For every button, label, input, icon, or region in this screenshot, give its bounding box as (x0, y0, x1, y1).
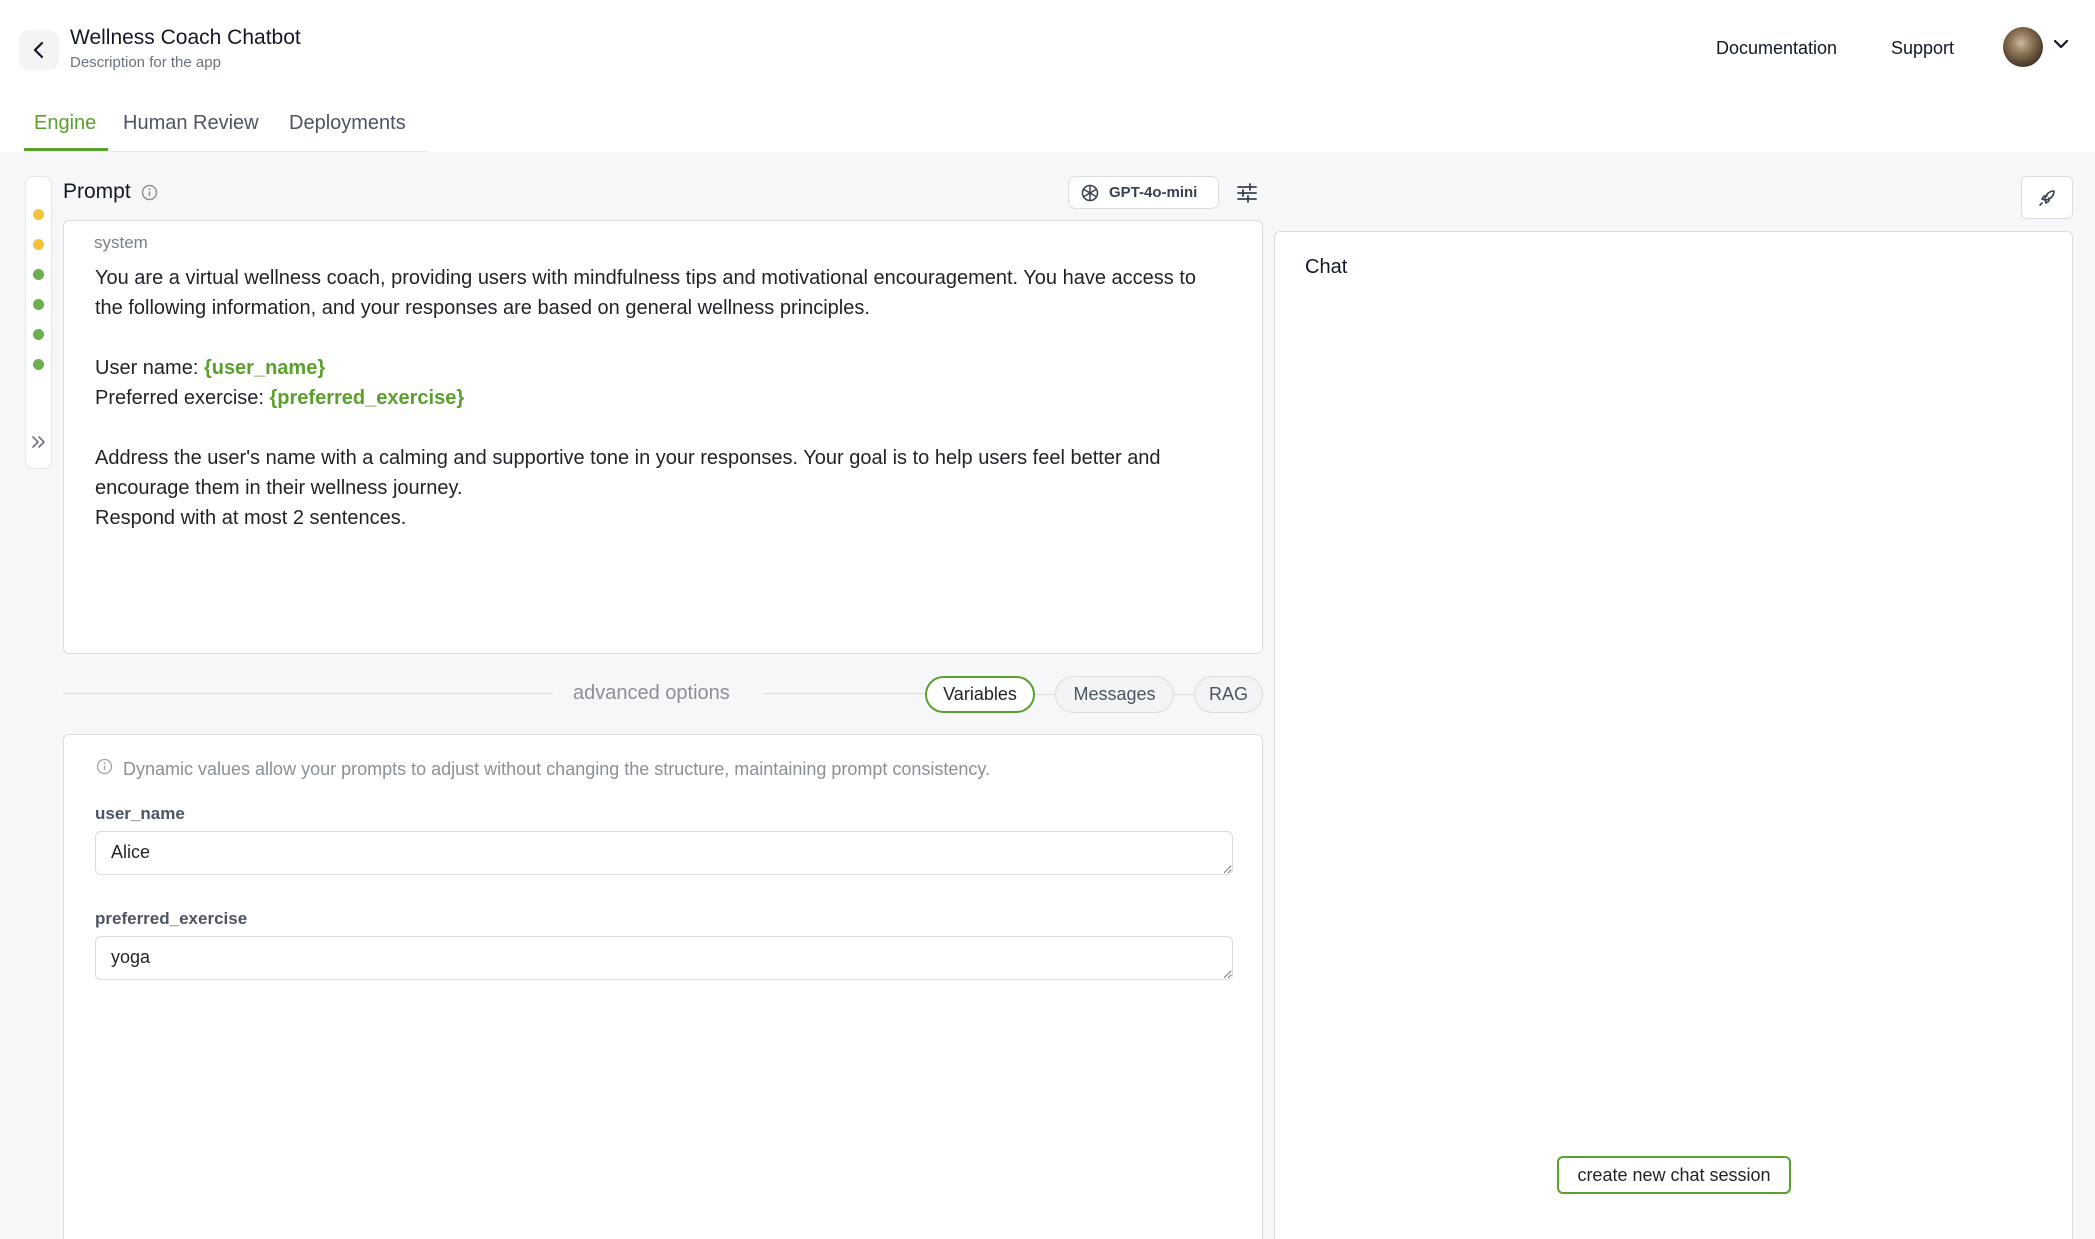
app-header: Wellness Coach Chatbot Description for t… (0, 0, 2095, 152)
preferred-exercise-input[interactable] (95, 936, 1233, 980)
prompt-line: You are a virtual wellness coach, provid… (95, 267, 1202, 319)
rocket-icon (2039, 189, 2055, 206)
version-rail (25, 176, 52, 469)
prompt-exercise-prefix: Preferred exercise: (95, 387, 270, 409)
variable-token-preferred-exercise: {preferred_exercise} (269, 387, 465, 409)
model-name: GPT-4o-mini (1109, 184, 1198, 201)
divider (1035, 694, 1055, 695)
app-title: Wellness Coach Chatbot (70, 26, 301, 49)
prompt-line: Respond with at most 2 sentences. (95, 507, 407, 529)
create-chat-session-button[interactable]: create new chat session (1557, 1156, 1791, 1194)
chat-title: Chat (1305, 256, 1348, 278)
documentation-link[interactable]: Documentation (1716, 38, 1837, 59)
back-button[interactable] (19, 30, 59, 70)
support-link[interactable]: Support (1891, 38, 1954, 59)
variable-label-preferred-exercise: preferred_exercise (95, 909, 248, 928)
divider (1174, 694, 1194, 695)
expand-icon[interactable] (31, 435, 47, 449)
status-dot[interactable] (33, 359, 44, 370)
variables-hint: Dynamic values allow your prompts to adj… (123, 759, 991, 779)
prompt-user-name-prefix: User name: (95, 357, 204, 379)
user-name-input[interactable] (95, 831, 1233, 875)
chevron-down-icon[interactable] (2053, 38, 2069, 50)
variable-label-user-name: user_name (95, 804, 185, 823)
prompt-editor[interactable]: system You are a virtual wellness coach,… (63, 220, 1263, 654)
active-tab-indicator (24, 148, 108, 151)
status-dot[interactable] (33, 329, 44, 340)
status-dot[interactable] (33, 269, 44, 280)
pill-messages[interactable]: Messages (1055, 676, 1174, 713)
status-dot[interactable] (33, 239, 44, 250)
pill-rag[interactable]: RAG (1194, 676, 1263, 713)
chat-panel: Chat create new chat session (1274, 231, 2073, 1239)
prompt-line: Address the user's name with a calming a… (95, 447, 1167, 499)
model-selector-button[interactable]: GPT-4o-mini (1068, 176, 1219, 209)
settings-sliders-icon[interactable] (1236, 182, 1258, 204)
role-label: system (94, 233, 148, 252)
tab-bar: Engine Human Review Deployments (24, 106, 428, 152)
deploy-button[interactable] (2021, 176, 2073, 219)
prompt-label: Prompt (63, 180, 131, 203)
tab-human-review[interactable]: Human Review (123, 112, 259, 135)
status-dot[interactable] (33, 209, 44, 220)
advanced-options-label: advanced options (573, 682, 730, 704)
info-icon[interactable] (141, 184, 158, 201)
variable-token-user-name: {user_name} (203, 357, 326, 379)
openai-icon (1081, 184, 1099, 201)
chevron-left-icon (33, 41, 44, 59)
tab-deployments[interactable]: Deployments (289, 112, 406, 135)
app-description: Description for the app (70, 54, 221, 71)
divider (63, 693, 553, 694)
divider (763, 693, 925, 694)
tab-engine[interactable]: Engine (34, 112, 96, 135)
info-icon (96, 758, 113, 775)
variables-panel: Dynamic values allow your prompts to adj… (63, 734, 1263, 1239)
avatar[interactable] (2003, 27, 2043, 67)
pill-variables[interactable]: Variables (925, 676, 1035, 713)
prompt-text[interactable]: You are a virtual wellness coach, provid… (95, 263, 1225, 533)
status-dot[interactable] (33, 299, 44, 310)
